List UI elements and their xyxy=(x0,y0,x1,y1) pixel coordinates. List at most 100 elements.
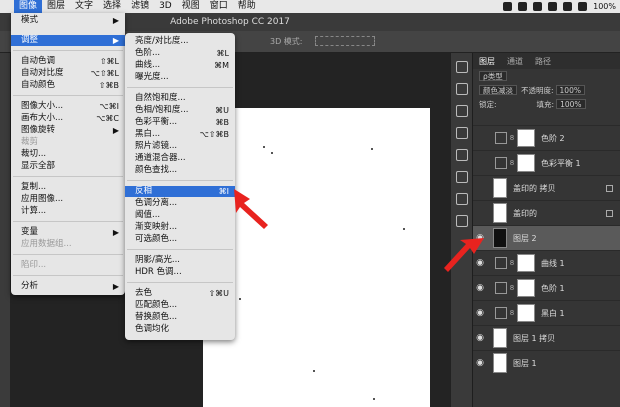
menu-item-reveal-all[interactable]: 显示全部 xyxy=(11,161,125,172)
menu-item-selective-color[interactable]: 可选颜色... xyxy=(125,234,235,245)
layer-name[interactable]: 盖印的 拷贝 xyxy=(513,183,556,194)
menu-item-apply-image[interactable]: 应用图像... xyxy=(11,194,125,205)
layer-row[interactable]: ◉ 8 曲线 1 xyxy=(473,250,620,275)
menu-item-equalize[interactable]: 色调均化 xyxy=(125,324,235,335)
status-icons: 100% xyxy=(503,0,616,13)
layer-mask-thumb[interactable] xyxy=(517,129,535,147)
adjust-icon[interactable] xyxy=(455,83,468,95)
paragraph-icon[interactable] xyxy=(455,193,468,205)
menu-item-auto-tone[interactable]: 自动色调 ⇧⌘L xyxy=(11,56,125,67)
eye-icon[interactable]: ◉ xyxy=(473,283,487,293)
menu-item-adjustments[interactable]: 调整 ▶ xyxy=(11,35,125,46)
history-icon[interactable] xyxy=(455,61,468,73)
menu-item-color-lookup[interactable]: 颜色查找... xyxy=(125,165,235,176)
menu-item-brightness-contrast[interactable]: 亮度/对比度... xyxy=(125,36,235,47)
menu-item-variables[interactable]: 变量 ▶ xyxy=(11,227,125,238)
menu-item-image-size[interactable]: 图像大小... ⌥⌘I xyxy=(11,101,125,112)
menu-item-exposure[interactable]: 曝光度... xyxy=(125,72,235,83)
menu-item-auto-contrast[interactable]: 自动对比度 ⌥⇧⌘L xyxy=(11,68,125,79)
apple-menu-icon[interactable] xyxy=(0,0,14,13)
layer-name[interactable]: 盖印的 xyxy=(513,208,537,219)
menu-item-photo-filter[interactable]: 照片滤镜... xyxy=(125,141,235,152)
menu-type[interactable]: 文字 xyxy=(70,0,98,13)
menu-item-trim[interactable]: 裁切... xyxy=(11,149,125,160)
menu-item-analysis[interactable]: 分析 ▶ xyxy=(11,281,125,292)
status-app-icon[interactable] xyxy=(533,2,543,11)
layer-row[interactable]: ◉ 8 黑白 1 xyxy=(473,300,620,325)
menu-item-duplicate[interactable]: 复制... xyxy=(11,182,125,193)
menu-item-levels[interactable]: 色阶... ⌘L xyxy=(125,48,235,59)
volume-icon[interactable] xyxy=(578,2,588,11)
layer-row[interactable]: ◉ 8 色阶 1 xyxy=(473,275,620,300)
menu-item-mode[interactable]: 模式 ▶ xyxy=(11,15,125,26)
tab-layers[interactable]: 图层 xyxy=(473,56,501,67)
layer-name[interactable]: 色阶 1 xyxy=(541,283,565,294)
menu-3d[interactable]: 3D xyxy=(154,0,177,13)
wifi-icon[interactable] xyxy=(563,2,573,11)
menu-item-posterize[interactable]: 色调分离... xyxy=(125,198,235,209)
info-icon[interactable] xyxy=(455,127,468,139)
layer-mask-thumb[interactable] xyxy=(517,304,535,322)
tab-channels[interactable]: 通道 xyxy=(501,56,529,67)
layer-name[interactable]: 图层 1 拷贝 xyxy=(513,333,555,344)
layer-mask-thumb[interactable] xyxy=(517,154,535,172)
status-app-icon[interactable] xyxy=(503,2,513,11)
eye-icon[interactable]: ◉ xyxy=(473,308,487,318)
menu-window[interactable]: 窗口 xyxy=(205,0,233,13)
eye-icon[interactable]: ◉ xyxy=(473,358,487,368)
layer-name[interactable]: 色彩平衡 1 xyxy=(541,158,581,169)
menu-item-threshold[interactable]: 阈值... xyxy=(125,210,235,221)
layer-row[interactable]: 盖印的 拷贝 xyxy=(473,175,620,200)
menu-item-match-color[interactable]: 匹配颜色... xyxy=(125,300,235,311)
menu-item-replace-color[interactable]: 替换颜色... xyxy=(125,312,235,323)
layer-row[interactable]: 盖印的 xyxy=(473,200,620,225)
swatch-icon[interactable] xyxy=(455,215,468,227)
menu-item-canvas-size[interactable]: 画布大小... ⌥⌘C xyxy=(11,113,125,124)
menu-item-color-balance[interactable]: 色彩平衡... ⌘B xyxy=(125,117,235,128)
layer-name[interactable]: 图层 2 xyxy=(513,233,537,244)
filter-kind-select[interactable]: ρ类型 xyxy=(479,71,507,81)
layer-mask-thumb[interactable] xyxy=(517,279,535,297)
menu-item-invert[interactable]: 反相 ⌘I xyxy=(125,186,235,197)
menu-item-image-rotation[interactable]: 图像旋转 ▶ xyxy=(11,125,125,136)
menu-item-gradient-map[interactable]: 渐变映射... xyxy=(125,222,235,233)
menu-view[interactable]: 视图 xyxy=(177,0,205,13)
menu-layer[interactable]: 图层 xyxy=(42,0,70,13)
menu-item-desaturate[interactable]: 去色 ⇧⌘U xyxy=(125,288,235,299)
menu-item-auto-color[interactable]: 自动颜色 ⇧⌘B xyxy=(11,80,125,91)
layer-name[interactable]: 曲线 1 xyxy=(541,258,565,269)
layer-row[interactable]: ◉ 图层 1 拷贝 xyxy=(473,325,620,350)
menu-item-black-white[interactable]: 黑白... ⌥⇧⌘B xyxy=(125,129,235,140)
status-app-icon[interactable] xyxy=(518,2,528,11)
grid-icon[interactable] xyxy=(455,149,468,161)
menu-help[interactable]: 帮助 xyxy=(233,0,261,13)
menu-item-hue-saturation[interactable]: 色相/饱和度... ⌘U xyxy=(125,105,235,116)
layer-row[interactable]: 8 色阶 2 xyxy=(473,125,620,150)
layer-row[interactable]: 8 色彩平衡 1 xyxy=(473,150,620,175)
layer-name[interactable]: 黑白 1 xyxy=(541,308,565,319)
document-canvas[interactable] xyxy=(203,108,430,407)
layer-name[interactable]: 色阶 2 xyxy=(541,133,565,144)
eye-icon[interactable]: ◉ xyxy=(473,333,487,343)
layer-row[interactable]: ◉ 图层 1 xyxy=(473,350,620,375)
menu-item-channel-mixer[interactable]: 通道混合器... xyxy=(125,153,235,164)
brush-icon[interactable] xyxy=(455,105,468,117)
menu-item-curves[interactable]: 曲线... ⌘M xyxy=(125,60,235,71)
fill-input[interactable]: 100% xyxy=(556,99,586,109)
layer-name[interactable]: 图层 1 xyxy=(513,358,537,369)
layer-row-selected[interactable]: ◉ 图层 2 xyxy=(473,225,620,250)
menu-item-calculations[interactable]: 计算... xyxy=(11,206,125,217)
type-icon[interactable] xyxy=(455,171,468,183)
menu-item-vibrance[interactable]: 自然饱和度... xyxy=(125,93,235,104)
menu-select[interactable]: 选择 xyxy=(98,0,126,13)
opacity-input[interactable]: 100% xyxy=(555,85,585,95)
menu-item-hdr-toning[interactable]: HDR 色调... xyxy=(125,267,235,278)
menu-image[interactable]: 图像 xyxy=(14,0,43,13)
tab-paths[interactable]: 路径 xyxy=(529,56,557,67)
layer-mask-thumb[interactable] xyxy=(517,254,535,272)
blend-mode-select[interactable]: 颜色减淡 xyxy=(479,85,517,95)
3d-tools-icon[interactable] xyxy=(315,36,375,46)
menu-item-shadows-highlights[interactable]: 阴影/高光... xyxy=(125,255,235,266)
menu-filter[interactable]: 滤镜 xyxy=(126,0,154,13)
status-app-icon[interactable] xyxy=(548,2,558,11)
